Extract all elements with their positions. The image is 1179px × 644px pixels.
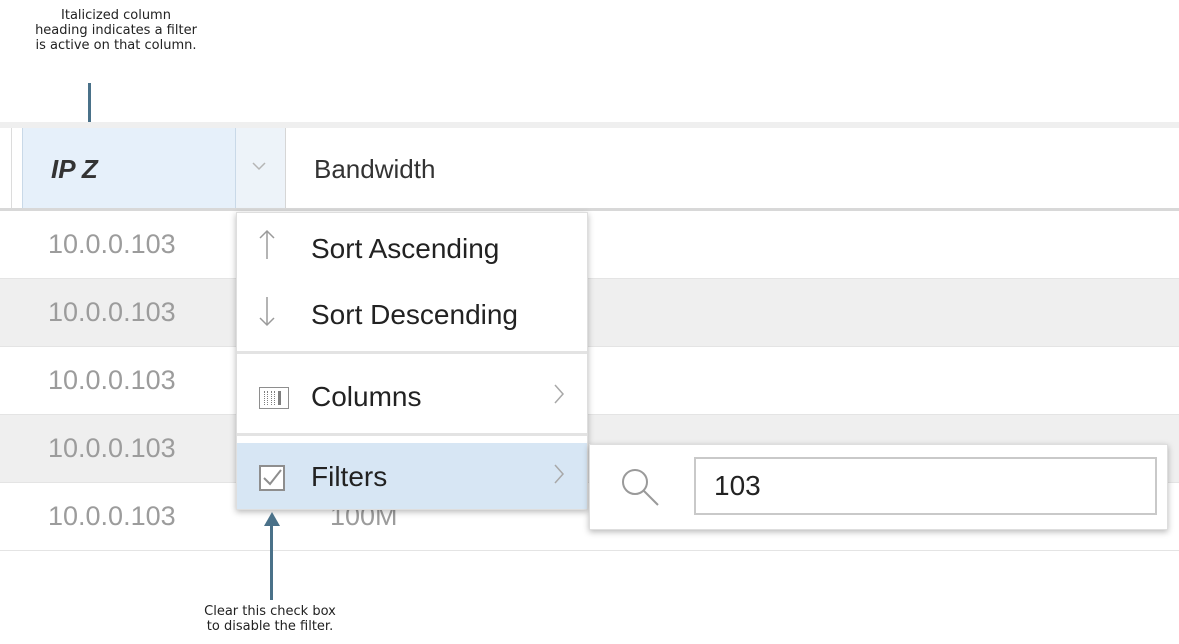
column-menu-trigger[interactable]	[236, 128, 286, 208]
column-header-ip[interactable]: IP Z	[22, 128, 236, 208]
cell-ip: 10.0.0.103	[48, 433, 176, 463]
menu-item-filters[interactable]: Filters	[237, 443, 587, 509]
menu-item-columns-label: Columns	[311, 381, 422, 412]
table-row[interactable]: 10.0.0.103	[0, 347, 1179, 415]
cell-ip: 10.0.0.103	[48, 365, 176, 395]
column-header-ip-label: IP Z	[51, 154, 98, 184]
menu-item-sort-descending-label: Sort Descending	[311, 299, 519, 330]
callout-top-line-3: is active on that column.	[35, 38, 197, 53]
column-header-bandwidth[interactable]: Bandwidth	[314, 154, 435, 185]
callout-bottom-arrow	[270, 525, 273, 600]
callout-top: Italicized column heading indicates a fi…	[0, 8, 232, 53]
menu-item-sort-ascending[interactable]: Sort Ascending	[237, 215, 587, 281]
menu-item-sort-descending[interactable]: Sort Descending	[237, 281, 587, 347]
chevron-down-icon	[252, 158, 266, 174]
grid-header-row: IP Z Bandwidth	[0, 128, 1179, 211]
menu-item-columns[interactable]: Columns	[237, 363, 587, 429]
callout-top-line-2: heading indicates a filter	[35, 23, 197, 38]
callout-top-line-1: Italicized column	[61, 8, 171, 23]
arrow-down-icon	[257, 295, 277, 334]
menu-item-filters-label: Filters	[311, 461, 388, 492]
column-menu: Sort Ascending Sort Descending Columns F…	[236, 212, 588, 510]
grid-left-edge	[0, 128, 12, 208]
menu-separator	[237, 351, 587, 354]
cell-ip: 10.0.0.103	[48, 297, 176, 327]
cell-ip: 10.0.0.103	[48, 229, 176, 259]
table-row[interactable]: 10.0.0.103	[0, 279, 1179, 347]
callout-bottom: Clear this check box to disable the filt…	[180, 604, 360, 634]
callout-bottom-line-2: to disable the filter.	[206, 619, 334, 634]
callout-bottom-arrowhead	[264, 512, 280, 526]
chevron-right-icon	[553, 463, 565, 492]
filter-flyout	[589, 444, 1168, 530]
menu-separator	[237, 433, 587, 436]
chevron-right-icon	[553, 383, 565, 412]
columns-icon	[259, 387, 289, 409]
menu-item-sort-ascending-label: Sort Ascending	[311, 233, 500, 264]
filter-checkbox-icon[interactable]	[259, 465, 285, 491]
search-icon	[618, 465, 662, 514]
table-row[interactable]: 10.0.0.103	[0, 211, 1179, 279]
callout-bottom-line-1: Clear this check box	[204, 604, 336, 619]
cell-ip: 10.0.0.103	[48, 501, 176, 531]
filter-input[interactable]	[694, 457, 1157, 515]
arrow-up-icon	[257, 229, 277, 268]
